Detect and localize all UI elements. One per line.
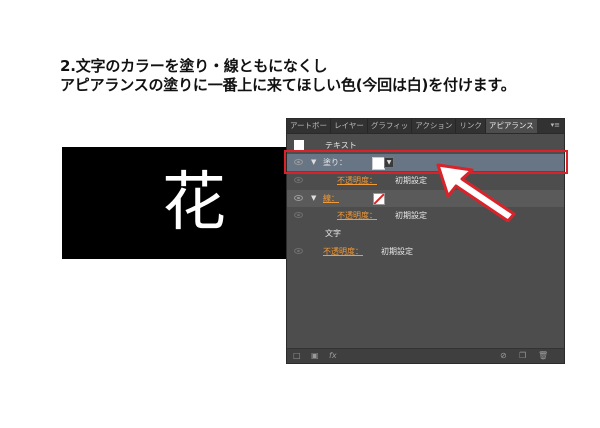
- instruction-line-1: 2.文字のカラーを塗り・線ともになくし: [60, 57, 328, 75]
- pointer-arrow-icon: [436, 163, 516, 222]
- disclosure-triangle-icon[interactable]: ▼: [311, 190, 316, 207]
- clear-icon[interactable]: ⊘: [500, 351, 507, 361]
- eye-icon[interactable]: [294, 195, 303, 201]
- eye-icon[interactable]: [294, 212, 303, 218]
- fill-opacity-label[interactable]: 不透明度：: [337, 172, 377, 189]
- fill-opacity-row: 不透明度： 初期設定: [287, 172, 564, 189]
- fill-row-highlight-box: [284, 150, 568, 174]
- panel-menu-icon[interactable]: ▾≡: [551, 121, 560, 129]
- tab-links[interactable]: リンク: [456, 119, 486, 133]
- characters-row[interactable]: 文字: [287, 225, 564, 242]
- text-thumbnail-icon: [294, 140, 304, 150]
- canvas-text-glyph[interactable]: 花: [154, 158, 234, 248]
- stroke-opacity-value: 初期設定: [395, 211, 427, 220]
- stroke-label[interactable]: 線：: [323, 190, 339, 207]
- stroke-swatch-none-icon[interactable]: [373, 193, 385, 205]
- trash-icon[interactable]: 🗑: [538, 351, 548, 361]
- duplicate-icon[interactable]: ❐: [519, 351, 526, 361]
- stroke-row[interactable]: ▼ 線：: [287, 190, 564, 207]
- tab-appearance[interactable]: アピアランス: [485, 119, 537, 133]
- panel-bottom-toolbar: □ ▣ fx ⊘ ❐ 🗑: [287, 348, 564, 363]
- eye-icon[interactable]: [294, 177, 303, 183]
- panel-tab-bar: アートボー レイヤー グラフィッ アクション リンク アピアランス ▾≡: [287, 119, 564, 134]
- new-stroke-icon[interactable]: □: [293, 351, 301, 361]
- object-opacity-label[interactable]: 不透明度：: [323, 243, 363, 260]
- stroke-opacity-label[interactable]: 不透明度：: [337, 207, 377, 224]
- characters-label: 文字: [325, 229, 341, 238]
- object-opacity-row: 不透明度： 初期設定: [287, 243, 564, 260]
- tab-artboards[interactable]: アートボー: [287, 119, 332, 133]
- stroke-opacity-row: 不透明度： 初期設定: [287, 207, 564, 224]
- object-opacity-value: 初期設定: [381, 247, 413, 256]
- tab-actions[interactable]: アクション: [412, 119, 457, 133]
- eye-icon[interactable]: [294, 248, 303, 254]
- fx-icon[interactable]: fx: [329, 351, 337, 361]
- instruction-line-2: アピアランスの塗りに一番上に来てほしい色(今回は白)を付けます。: [60, 76, 516, 94]
- new-fill-icon[interactable]: ▣: [311, 351, 319, 361]
- tab-layers[interactable]: レイヤー: [331, 119, 368, 133]
- tab-graphic-styles[interactable]: グラフィッ: [368, 119, 413, 133]
- fill-opacity-value: 初期設定: [395, 176, 427, 185]
